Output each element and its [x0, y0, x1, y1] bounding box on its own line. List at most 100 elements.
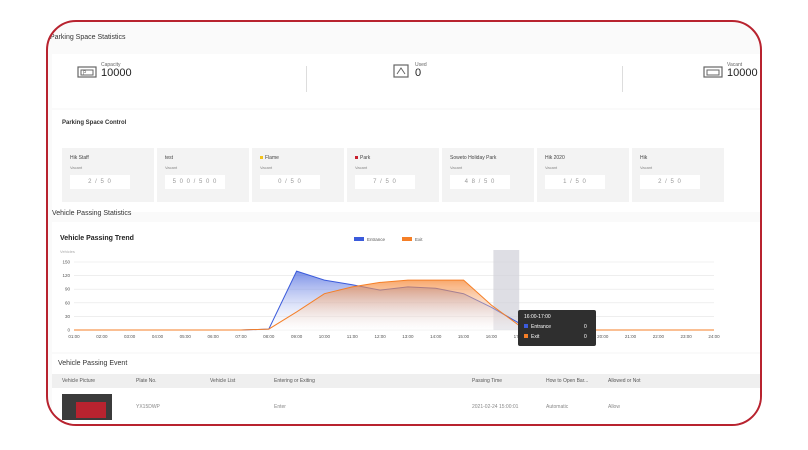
chart-tooltip: 16:00-17:00 Entrance 0 Exit 0 [518, 310, 596, 346]
col-vehicle-list[interactable]: Vehicle List [210, 378, 235, 384]
parking-card[interactable]: Flame Vacant 0 / 5 0 [252, 148, 344, 202]
x-tick-label: 11:00 [347, 334, 358, 339]
x-tick-label: 02:00 [96, 334, 108, 339]
card-vacant-value: 0 / 5 0 [260, 175, 320, 189]
event-title: Vehicle Passing Event [58, 360, 128, 367]
x-tick-label: 01:00 [68, 334, 80, 339]
y-tick-label: 30 [65, 314, 71, 319]
tooltip-row-entrance: Entrance [524, 324, 551, 330]
col-allowed[interactable]: Allowed or Not [608, 378, 641, 384]
divider [306, 66, 307, 92]
card-vacant-label: Vacant [450, 165, 463, 170]
x-tick-label: 04:00 [152, 334, 164, 339]
x-tick-label: 15:00 [458, 334, 470, 339]
parking-card[interactable]: Park Vacant 7 / 5 0 [347, 148, 439, 202]
card-name: Hik 2020 [545, 155, 565, 161]
tooltip-row-exit: Exit [524, 334, 539, 340]
entrance-swatch [524, 324, 528, 328]
trend-panel: Vehicle Passing Trend Vehicles Entrance Exi… [52, 222, 760, 352]
col-passing-time[interactable]: Passing Time [472, 378, 502, 384]
trend-chart: Vehicle Passing Trend Vehicles Entrance Exi… [60, 235, 720, 339]
legend-swatch [354, 237, 364, 241]
plate-no: YX15DWP [136, 404, 160, 410]
table-row[interactable]: YX15DWP Enter 2021-02-24 15:00:01 Automa… [52, 390, 760, 424]
col-plate-no[interactable]: Plate No. [136, 378, 157, 384]
capacity-row: P Capacity 10000 Used 0 Vacant 10000 [52, 54, 760, 108]
x-tick-label: 20:00 [597, 334, 609, 339]
card-vacant-label: Vacant [545, 165, 558, 170]
x-tick-label: 10:00 [319, 334, 331, 339]
vacant-space-icon [703, 65, 723, 78]
parking-card[interactable]: Soweto Holiday Park Vacant 4 8 / 5 0 [442, 148, 534, 202]
event-panel: Vehicle Passing Event Vehicle Picture Pl… [52, 354, 760, 424]
parking-card[interactable]: Hik 2020 Vacant 1 / 5 0 [537, 148, 629, 202]
y-tick-label: 90 [65, 287, 71, 292]
x-tick-label: 14:00 [430, 334, 442, 339]
card-name-text: Flame [265, 155, 279, 161]
x-tick-label: 21:00 [625, 334, 637, 339]
x-tick-label: 12:00 [374, 334, 386, 339]
capacity-value: 10000 [101, 67, 132, 79]
chart-title: Vehicle Passing Trend [60, 235, 134, 242]
card-name: Flame [260, 155, 279, 161]
legend-label: Exit [415, 237, 423, 242]
parking-card[interactable]: Hik Staff Vacant 2 / 5 0 [62, 148, 154, 202]
card-vacant-label: Vacant [165, 165, 178, 170]
y-tick-label: 120 [62, 273, 70, 278]
parking-card[interactable]: Hik Vacant 2 / 5 0 [632, 148, 724, 202]
divider [622, 66, 623, 92]
col-vehicle-picture[interactable]: Vehicle Picture [62, 378, 95, 384]
card-name: test [165, 155, 173, 161]
tooltip-entrance-label: Entrance [531, 324, 552, 330]
direction: Enter [274, 404, 286, 410]
x-tick-label: 05:00 [180, 334, 192, 339]
x-tick-label: 24:00 [708, 334, 720, 339]
area-exit [74, 280, 714, 330]
x-tick-label: 07:00 [235, 334, 247, 339]
parking-control-panel: Parking Space Control Hik Staff Vacant 2 /… [52, 110, 760, 212]
tooltip-title: 16:00-17:00 [524, 314, 551, 320]
card-name: Hik Staff [70, 155, 89, 161]
vacant-stat: Vacant 10000 [702, 62, 758, 79]
card-vacant-value: 5 0 0 / 5 0 0 [165, 175, 225, 189]
card-vacant-label: Vacant [260, 165, 273, 170]
y-tick-label: 60 [65, 300, 71, 305]
svg-text:P: P [83, 70, 87, 76]
parking-control-title: Parking Space Control [62, 120, 127, 126]
card-color-swatch [260, 156, 263, 160]
y-tick-label: 0 [67, 328, 70, 333]
x-tick-label: 16:00 [486, 334, 498, 339]
passing-stats-title: Vehicle Passing Statistics [52, 210, 132, 217]
y-axis-label: Vehicles [60, 249, 75, 254]
col-open-bar[interactable]: How to Open Bar... [546, 378, 588, 384]
card-name: Soweto Holiday Park [450, 155, 496, 161]
x-tick-label: 03:00 [124, 334, 136, 339]
x-tick-label: 09:00 [291, 334, 303, 339]
parking-card[interactable]: test Vacant 5 0 0 / 5 0 0 [157, 148, 249, 202]
card-vacant-value: 4 8 / 5 0 [450, 175, 510, 189]
card-color-swatch [355, 156, 358, 160]
parking-stats-title: Parking Space Statistics [50, 34, 126, 41]
card-vacant-value: 2 / 5 0 [70, 175, 130, 189]
tooltip-exit-label: Exit [531, 334, 540, 340]
tooltip-entrance-value: 0 [584, 324, 587, 330]
card-vacant-label: Vacant [640, 165, 653, 170]
card-vacant-label: Vacant [70, 165, 83, 170]
x-tick-label: 13:00 [402, 334, 414, 339]
card-name-text: test [165, 155, 174, 161]
card-name-text: Hik [640, 155, 648, 161]
card-vacant-label: Vacant [355, 165, 368, 170]
used-value: 0 [415, 67, 422, 79]
col-entering-exiting[interactable]: Entering or Exiting [274, 378, 315, 384]
x-tick-label: 08:00 [263, 334, 275, 339]
vehicle-picture[interactable] [62, 394, 112, 420]
exit-swatch [524, 334, 528, 338]
card-name: Park [355, 155, 370, 161]
event-table-header: Vehicle Picture Plate No. Vehicle List E… [52, 374, 760, 388]
card-vacant-value: 2 / 5 0 [640, 175, 700, 189]
bus-image [76, 402, 106, 418]
legend-swatch [402, 237, 412, 241]
card-name-text: Hik Staff [70, 155, 89, 161]
card-name-text: Park [360, 155, 371, 161]
tooltip-exit-value: 0 [584, 334, 587, 340]
